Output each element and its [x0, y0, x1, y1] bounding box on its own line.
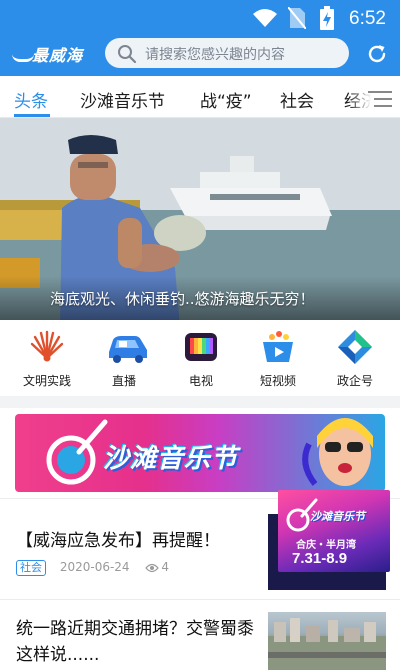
eye-icon: [145, 563, 160, 573]
tab-beach-music-festival[interactable]: 沙滩音乐节: [80, 87, 165, 112]
diamond-icon: [338, 330, 372, 364]
poster-title: 沙滩音乐节: [310, 510, 365, 523]
quick-link-live[interactable]: 直播: [89, 328, 159, 389]
quick-link-label: 短视频: [259, 374, 296, 388]
app-logo[interactable]: 最威海: [12, 42, 84, 66]
search-icon: [118, 45, 137, 64]
logo-text: 最威海: [32, 46, 84, 65]
ad-title: 沙滩音乐节: [103, 444, 239, 474]
quick-link-civilization-practice[interactable]: 文明实践: [12, 328, 82, 389]
poster-location: 合庆・半月湾: [296, 540, 356, 551]
no-sim-icon: [288, 7, 306, 29]
section-divider: [0, 396, 400, 408]
poster-dates: 7.31-8.9: [292, 550, 348, 567]
tab-society[interactable]: 社会: [280, 87, 314, 112]
search-placeholder: 请搜索您感兴趣的内容: [145, 47, 285, 63]
singer-graphic: [302, 418, 373, 486]
news-views: 4: [161, 560, 170, 574]
news-meta: 社会 2020-06-24 4: [16, 560, 169, 576]
tab-anti-epidemic[interactable]: 战“疫”: [200, 87, 252, 112]
channel-menu-icon[interactable]: [368, 90, 392, 108]
news-title: 【威海应急发布】再提醒！: [16, 531, 220, 551]
quick-link-tv[interactable]: 电视: [166, 328, 236, 389]
quick-links: 文明实践 直播 电视 短视频 政企号: [0, 320, 400, 396]
news-thumbnail: [268, 612, 386, 670]
active-tab-indicator: [14, 114, 50, 117]
search-bar[interactable]: 请搜索您感兴趣的内容: [105, 38, 349, 68]
featured-banner[interactable]: 海底观光、休闲垂钓..悠游海趣乐无穷！: [0, 118, 400, 320]
quick-link-gov-enterprise[interactable]: 政企号: [320, 328, 390, 389]
news-item[interactable]: 统一路近期交通拥堵？交警蜀黍这样说......: [0, 600, 400, 670]
app-header: 最威海 请搜索您感兴趣的内容: [0, 36, 400, 76]
banner-caption-text: 海底观光、休闲垂钓..悠游海趣乐无穷！: [50, 290, 315, 308]
music-festival-ad-banner[interactable]: 沙滩音乐节: [15, 414, 385, 492]
news-date: 2020-06-24: [59, 560, 130, 574]
quick-link-short-video[interactable]: 短视频: [243, 328, 313, 389]
tab-headlines[interactable]: 头条: [14, 87, 48, 112]
quick-link-label: 直播: [111, 374, 136, 388]
refresh-icon[interactable]: [366, 43, 388, 65]
battery-charging-icon: [320, 6, 334, 30]
fan-icon: [30, 330, 64, 362]
channel-tabs: 头条 沙滩音乐节 战“疫” 社会 经济: [0, 80, 400, 118]
wifi-icon: [253, 9, 277, 27]
festival-poster-overlay[interactable]: 沙滩音乐节 合庆・半月湾 7.31-8.9: [278, 490, 390, 572]
quick-link-label: 政企号: [336, 374, 373, 388]
news-title: 统一路近期交通拥堵？交警蜀黍这样说......: [16, 619, 254, 665]
status-time: 6:52: [349, 8, 386, 29]
video-cup-icon: [263, 331, 293, 362]
quick-link-label: 电视: [188, 374, 213, 388]
tv-icon: [185, 333, 217, 361]
news-tag: 社会: [16, 560, 46, 576]
car-icon: [109, 336, 147, 363]
status-bar: 6:52: [0, 0, 400, 36]
quick-link-label: 文明实践: [22, 374, 71, 388]
banner-caption: 海底观光、休闲垂钓..悠游海趣乐无穷！: [0, 276, 400, 320]
